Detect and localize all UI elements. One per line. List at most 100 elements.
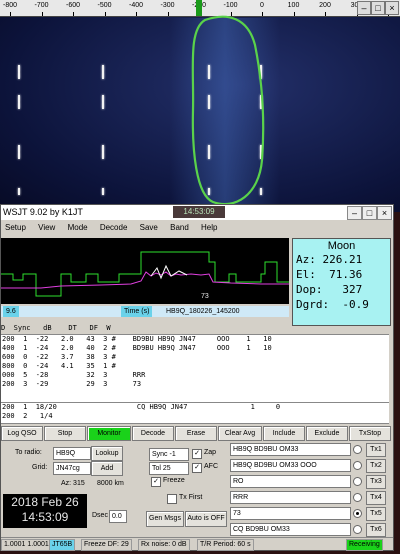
zap-label: Zap (204, 449, 217, 456)
sync-label: Sync (152, 451, 168, 458)
tx3-message[interactable]: RO (230, 475, 351, 488)
menu-view[interactable]: View (38, 223, 55, 232)
menu-setup[interactable]: Setup (5, 223, 26, 232)
tx-first-checkbox[interactable] (167, 494, 177, 504)
decoded-text-area[interactable]: 200 1 -22 2.0 43 3 # BD9BU HB9Q JN47 OOO… (1, 334, 389, 403)
decoded-row: 200 3 -29 29 3 73 (2, 380, 142, 388)
tx4-radio[interactable] (353, 493, 362, 502)
mode-indicator: JT65B (49, 539, 76, 551)
menu-decode[interactable]: Decode (100, 223, 128, 232)
auto-button[interactable]: Auto is OFF (185, 511, 227, 527)
tx2-button[interactable]: Tx2 (366, 459, 386, 473)
status-bar: 1.0001 1.0001 JT65B Freeze DF: 29 Rx noi… (1, 537, 393, 551)
window-title: WSJT 9.02 by K1JT (3, 207, 83, 217)
wsjt-main-window: WSJT 9.02 by K1JT 14:53:09 – □ × Setup V… (0, 204, 394, 551)
close-button[interactable]: × (377, 206, 392, 220)
tx2-message[interactable]: HB9Q BD9BU OM33 OOO (230, 459, 351, 472)
decoded-row: 800 0 -24 4.1 35 1 # (2, 362, 116, 370)
distance-value: 8000 km (97, 480, 124, 487)
sync-value: -1 (169, 451, 176, 458)
clock-ratio: 1.0001 1.0001 (1, 539, 52, 551)
tx3-radio[interactable] (353, 477, 362, 486)
receiving-indicator: Receiving (346, 539, 383, 551)
sync-spinner[interactable]: Sync -1 (149, 448, 189, 461)
tx4-button[interactable]: Tx4 (366, 491, 386, 505)
tx6-button[interactable]: Tx6 (366, 523, 386, 537)
menu-band[interactable]: Band (170, 223, 189, 232)
tol-value: 25 (162, 465, 171, 472)
tx2-radio[interactable] (353, 461, 362, 470)
decoded-row: 600 0 -22 3.7 38 3 # (2, 353, 116, 361)
tx1-button[interactable]: Tx1 (366, 443, 386, 457)
exclude-button[interactable]: Exclude (306, 426, 348, 441)
clock-display: 2018 Feb 26 14:53:09 (3, 494, 87, 528)
tx5-button[interactable]: Tx5 (366, 507, 386, 521)
stop-button[interactable]: Stop (44, 426, 86, 441)
moon-azimuth: Az: 226.21 (296, 253, 363, 266)
freeze-label: Freeze (163, 477, 185, 484)
tx5-radio[interactable] (353, 509, 362, 518)
decoded-row: 000 5 -28 32 3 RRR (2, 371, 146, 379)
plot-status-strip: 9.6 Time (s) HB9Q_180226_145200 (1, 306, 289, 317)
tx6-message[interactable]: CQ BD9BU OM33 (230, 523, 351, 536)
decoded-row: 400 1 -24 2.0 40 2 # BD9BU HB9Q JN47 OOO… (2, 344, 272, 352)
menu-bar: Setup View Mode Decode Save Band Help (1, 221, 291, 235)
moon-doppler: Dop: 327 (296, 283, 363, 296)
dsec-input[interactable]: 0.0 (109, 510, 127, 523)
erase-button[interactable]: Erase (175, 426, 217, 441)
to-radio-input[interactable]: HB9Q (53, 447, 91, 460)
tx5-message[interactable]: 73 (230, 507, 351, 520)
plot-marker-label: 73 (201, 293, 209, 300)
control-button-row: Log QSO Stop Monitor Decode Erase Clear … (1, 426, 393, 441)
zap-checkbox[interactable]: ✓ (192, 449, 202, 459)
lookup-button[interactable]: Lookup (91, 446, 123, 461)
gen-msgs-button[interactable]: Gen Msgs (146, 511, 184, 527)
version-label: 9.6 (3, 306, 19, 317)
taskbar-clock: 14:53:09 (173, 206, 225, 218)
date-text: 2018 Feb 26 (11, 495, 79, 509)
tol-label: Tol (152, 465, 161, 472)
tx4-message[interactable]: RRR (230, 491, 351, 504)
moon-panel: Moon Az: 226.21 El: 71.36 Dop: 327 Dgrd:… (292, 238, 391, 326)
grid-label: Grid: (32, 464, 48, 471)
clear-avg-button[interactable]: Clear Avg (218, 426, 262, 441)
tx-first-label: Tx First (179, 494, 203, 501)
moon-elevation: El: 71.36 (296, 268, 363, 281)
grid-input[interactable]: JN47cg (53, 462, 91, 475)
minimize-button[interactable]: – (347, 206, 362, 220)
tx6-radio[interactable] (353, 525, 362, 534)
tx1-radio[interactable] (353, 445, 362, 454)
hand-drawn-ellipse (191, 15, 265, 206)
afc-checkbox[interactable]: ✓ (192, 463, 202, 473)
freeze-df-status: Freeze DF: 29 (81, 539, 132, 551)
menu-mode[interactable]: Mode (68, 223, 88, 232)
tx1-message[interactable]: HB9Q BD9BU OM33 (230, 443, 351, 456)
moon-degradation: Dgrd: -0.9 (296, 298, 369, 311)
menu-help[interactable]: Help (201, 223, 217, 232)
decoded-row: 200 1 -22 2.0 43 3 # BD9BU HB9Q JN47 OOO… (2, 335, 272, 343)
spectrum-plot[interactable]: 73 (1, 238, 289, 304)
tr-period-status: T/R Period: 60 s (197, 539, 254, 551)
decode-column-header: D Sync dB DT DF W (1, 324, 111, 332)
dsec-label: Dsec (92, 512, 108, 519)
average-row: 200 2 1/4 (2, 412, 53, 420)
waterfall-display[interactable]: -800-700-600-500-400-300-200-10001002003… (0, 0, 400, 212)
time-axis-label: Time (s) (121, 306, 153, 317)
tx3-button[interactable]: Tx3 (366, 475, 386, 489)
add-button[interactable]: Add (91, 461, 123, 476)
include-button[interactable]: Include (263, 426, 305, 441)
maximize-button[interactable]: □ (362, 206, 377, 220)
moon-title: Moon (327, 240, 356, 252)
log-qso-button[interactable]: Log QSO (1, 426, 43, 441)
freeze-checkbox[interactable]: ✓ (151, 477, 161, 487)
monitor-button[interactable]: Monitor (87, 426, 131, 441)
txstop-button[interactable]: TxStop (349, 426, 391, 441)
title-bar[interactable]: WSJT 9.02 by K1JT 14:53:09 – □ × (1, 205, 393, 220)
afc-label: AFC (204, 463, 218, 470)
decode-button[interactable]: Decode (132, 426, 174, 441)
menu-save[interactable]: Save (140, 223, 158, 232)
average-text-area[interactable]: 200 1 18/20 CQ HB9Q JN47 1 0 200 2 1/4 (1, 403, 389, 424)
time-text: 14:53:09 (21, 510, 69, 524)
file-name: HB9Q_180226_145200 (166, 308, 240, 315)
tol-spinner[interactable]: Tol 25 (149, 462, 189, 475)
